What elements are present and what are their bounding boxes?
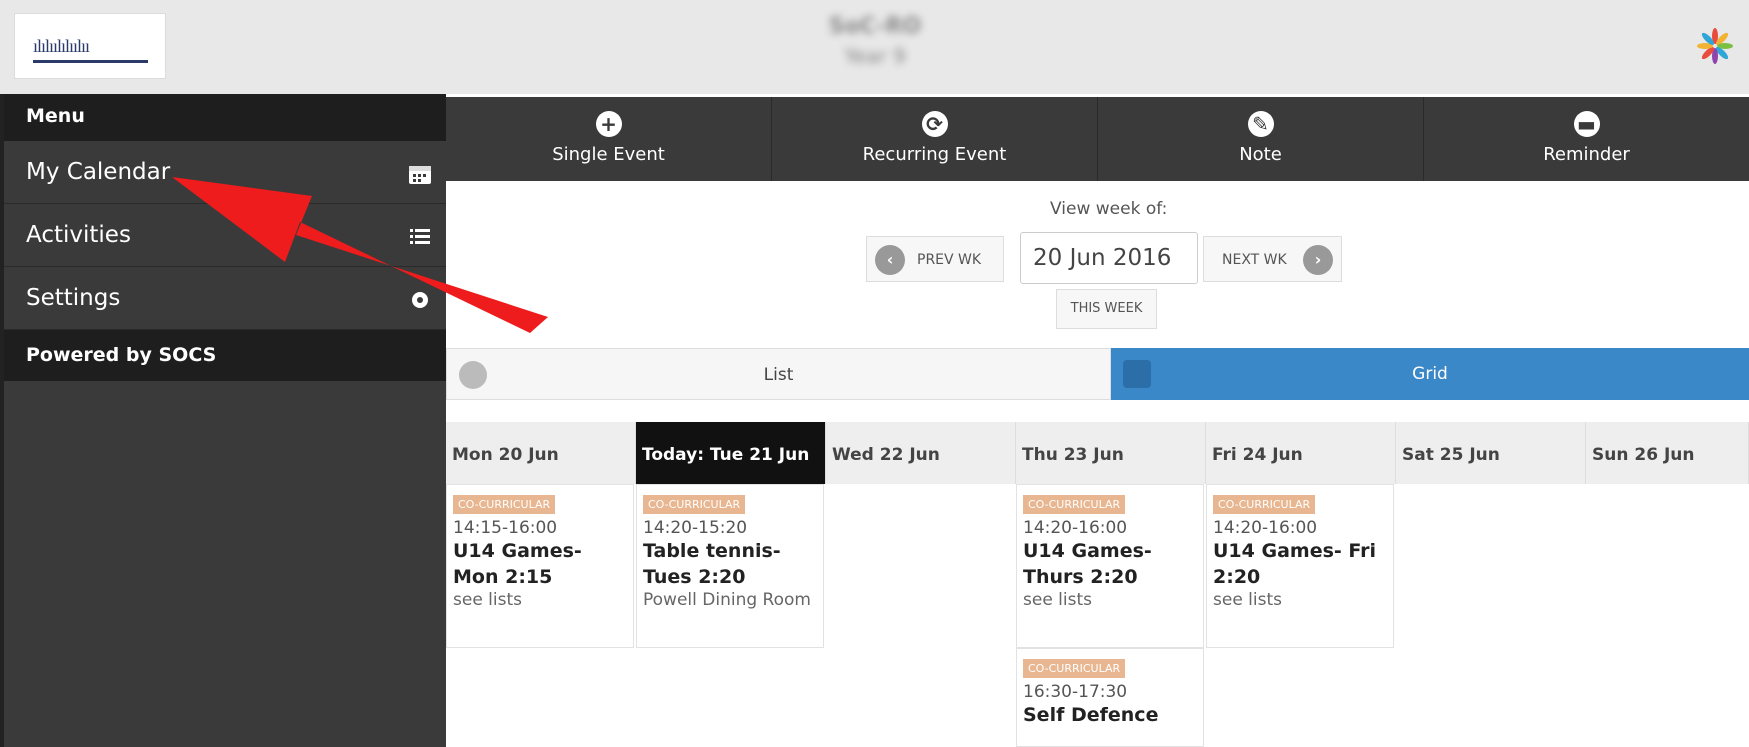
event-title: Self Defence — [1023, 704, 1159, 726]
sidebar: Menu My Calendar Activities Settings Pow… — [0, 94, 446, 747]
single-event-label: Single Event — [552, 144, 665, 165]
calendar-icon — [409, 166, 431, 184]
note-button[interactable]: ✎ Note — [1098, 97, 1424, 181]
prev-week-button[interactable]: ‹ PREV WK — [866, 236, 1004, 282]
day-header-today: Today: Tue 21 Jun — [636, 422, 826, 484]
event-category-badge: CO-CURRICULAR — [1023, 495, 1126, 514]
logo-glyphs-icon: ılılıılılıılıı — [33, 36, 90, 56]
menu-heading: Menu — [4, 94, 446, 141]
school-logo[interactable]: ılılıılılıılıı — [14, 13, 166, 79]
list-view-label: List — [763, 365, 794, 385]
chevron-right-icon: › — [1303, 245, 1333, 275]
event-time: 16:30-17:30 — [1023, 682, 1128, 702]
pencil-icon: ✎ — [1247, 111, 1274, 137]
plus-icon: + — [595, 111, 622, 137]
week-calendar-grid: Mon 20 Jun Today: Tue 21 Jun Wed 22 Jun … — [446, 422, 1749, 747]
grid-view-label: Grid — [1412, 364, 1448, 384]
view-week-label: View week of: — [1050, 199, 1168, 219]
view-toggle: List Grid — [446, 348, 1749, 400]
event-card[interactable]: CO-CURRICULAR 14:15-16:00 U14 Games- Mon… — [446, 484, 634, 648]
recurring-event-button[interactable]: ⟳ Recurring Event — [772, 97, 1098, 181]
note-label: Note — [1239, 144, 1282, 165]
event-location: see lists — [1213, 590, 1283, 610]
header-title: SoC-RO — [828, 14, 922, 39]
recurring-event-label: Recurring Event — [862, 144, 1007, 165]
grid-icon — [1123, 360, 1151, 388]
event-title: U14 Games- Thurs 2:20 — [1023, 540, 1152, 588]
event-location: see lists — [453, 590, 523, 610]
day-header-wed: Wed 22 Jun — [826, 422, 1016, 484]
sidebar-item-settings[interactable]: Settings — [4, 267, 446, 330]
week-date-input[interactable] — [1020, 232, 1198, 284]
list-view-tab[interactable]: List — [446, 348, 1111, 400]
prev-week-label: PREV WK — [917, 252, 982, 268]
event-card[interactable]: CO-CURRICULAR 16:30-17:30 Self Defence — [1016, 648, 1204, 747]
event-time: 14:20-15:20 — [643, 518, 748, 538]
logo-underline — [33, 60, 148, 63]
chevron-left-icon: ‹ — [875, 245, 905, 275]
event-location: Powell Dining Room — [643, 590, 811, 610]
event-time: 14:15-16:00 — [453, 518, 558, 538]
event-title: Table tennis- Tues 2:20 — [643, 540, 781, 588]
next-week-button[interactable]: NEXT WK › — [1203, 236, 1342, 282]
event-time: 14:20-16:00 — [1023, 518, 1128, 538]
gear-icon — [412, 292, 428, 308]
event-category-badge: CO-CURRICULAR — [1023, 659, 1126, 678]
event-toolbar: + Single Event ⟳ Recurring Event ✎ Note … — [446, 97, 1749, 181]
event-card[interactable]: CO-CURRICULAR 14:20-16:00 U14 Games- Fri… — [1206, 484, 1394, 648]
next-week-label: NEXT WK — [1222, 252, 1287, 268]
event-category-badge: CO-CURRICULAR — [1213, 495, 1316, 514]
speech-bubble-icon: ▬ — [1573, 111, 1600, 137]
event-card[interactable]: CO-CURRICULAR 14:20-16:00 U14 Games- Thu… — [1016, 484, 1204, 648]
reminder-label: Reminder — [1543, 144, 1630, 165]
this-week-button[interactable]: THIS WEEK — [1056, 289, 1157, 329]
day-header-fri: Fri 24 Jun — [1206, 422, 1396, 484]
header-subtitle: Year 9 — [844, 44, 906, 68]
powered-by-label: Powered by SOCS — [4, 330, 446, 381]
event-category-badge: CO-CURRICULAR — [643, 495, 746, 514]
sidebar-item-activities[interactable]: Activities — [4, 204, 446, 267]
sidebar-item-label: Activities — [26, 222, 131, 248]
event-time: 14:20-16:00 — [1213, 518, 1318, 538]
event-category-badge: CO-CURRICULAR — [453, 495, 556, 514]
event-title: U14 Games- Fri 2:20 — [1213, 540, 1377, 588]
event-location: see lists — [1023, 590, 1093, 610]
refresh-icon: ⟳ — [921, 111, 948, 137]
pinwheel-icon[interactable] — [1695, 26, 1735, 66]
reminder-button[interactable]: ▬ Reminder — [1424, 97, 1749, 181]
day-header-sun: Sun 26 Jun — [1586, 422, 1749, 484]
single-event-button[interactable]: + Single Event — [446, 97, 772, 181]
app-header: ılılıılılıılıı SoC-RO Year 9 — [0, 0, 1749, 94]
day-header-mon: Mon 20 Jun — [446, 422, 636, 484]
grid-view-tab[interactable]: Grid — [1111, 348, 1749, 400]
event-title: U14 Games- Mon 2:15 — [453, 540, 582, 588]
day-header-sat: Sat 25 Jun — [1396, 422, 1586, 484]
sidebar-item-my-calendar[interactable]: My Calendar — [4, 141, 446, 204]
list-icon — [410, 229, 430, 244]
sidebar-item-label: Settings — [26, 285, 121, 311]
event-card[interactable]: CO-CURRICULAR 14:20-15:20 Table tennis- … — [636, 484, 824, 648]
day-header-thu: Thu 23 Jun — [1016, 422, 1206, 484]
list-circle-icon — [459, 361, 487, 389]
sidebar-item-label: My Calendar — [26, 159, 171, 185]
